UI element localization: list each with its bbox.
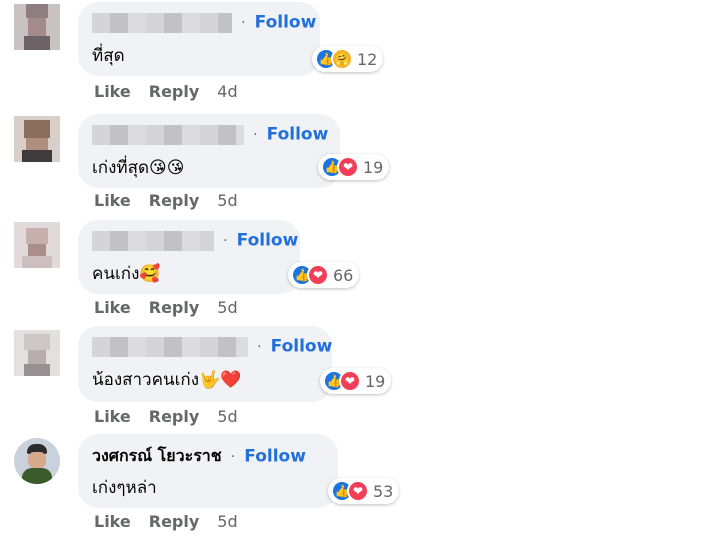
comment-actions: Like Reply 5d	[94, 512, 238, 531]
comment-bubble: · Follow เก่งที่สุด😘😘	[78, 114, 340, 188]
reaction-count: 19	[363, 157, 384, 177]
avatar[interactable]	[14, 330, 60, 376]
separator-dot: ·	[257, 338, 262, 355]
reaction-count: 12	[357, 49, 378, 69]
reaction-summary[interactable]: 👍 ❤ 19	[320, 368, 392, 394]
like-button[interactable]: Like	[94, 191, 131, 210]
love-reaction-icon: ❤	[307, 264, 329, 286]
like-button[interactable]: Like	[94, 82, 131, 101]
comment-bubble: · Follow คนเก่ง🥰	[78, 220, 300, 294]
comment-timestamp[interactable]: 5d	[217, 298, 237, 317]
author-name-blurred[interactable]	[92, 230, 214, 251]
avatar[interactable]	[14, 4, 60, 50]
follow-button[interactable]: Follow	[267, 125, 329, 145]
reply-button[interactable]: Reply	[149, 82, 200, 101]
comment-actions: Like Reply 4d	[94, 82, 238, 101]
love-reaction-icon: ❤	[337, 156, 359, 178]
comment-bubble: วงศกรณ์ โยวะราช · Follow เก่งๆหล่า	[78, 434, 338, 508]
comment-bubble: · Follow น้องสาวคนเก่ง🤟❤️	[78, 326, 332, 402]
love-reaction-icon: ❤	[339, 370, 361, 392]
separator-dot: ·	[223, 232, 228, 249]
comment-timestamp[interactable]: 5d	[217, 191, 237, 210]
reaction-count: 53	[373, 481, 394, 501]
comment-header: · Follow	[92, 336, 332, 360]
author-name-blurred[interactable]	[92, 336, 248, 357]
comment-bubble: · Follow ที่สุด	[78, 2, 320, 76]
comment-text: น้องสาวคนเก่ง🤟❤️	[92, 370, 242, 390]
comment-actions: Like Reply 5d	[94, 191, 238, 210]
author-name[interactable]: วงศกรณ์ โยวะราช	[92, 446, 222, 465]
reaction-summary[interactable]: 👍 ❤ 66	[288, 262, 360, 288]
reaction-summary[interactable]: 👍 ❤ 53	[328, 478, 400, 504]
comment-header: วงศกรณ์ โยวะราช · Follow	[92, 444, 306, 468]
comment-actions: Like Reply 5d	[94, 298, 238, 317]
author-name-blurred[interactable]	[92, 124, 244, 145]
reply-button[interactable]: Reply	[149, 298, 200, 317]
love-reaction-icon: ❤	[347, 480, 369, 502]
follow-button[interactable]: Follow	[237, 231, 299, 251]
comment-header: · Follow	[92, 230, 298, 254]
reaction-count: 66	[333, 265, 354, 285]
care-reaction-icon: 🤗	[331, 48, 353, 70]
follow-button[interactable]: Follow	[271, 337, 333, 357]
comment-timestamp[interactable]: 4d	[217, 82, 237, 101]
avatar[interactable]	[14, 438, 60, 484]
like-button[interactable]: Like	[94, 407, 131, 426]
reply-button[interactable]: Reply	[149, 407, 200, 426]
comment-text: เก่งที่สุด😘😘	[92, 158, 185, 178]
like-button[interactable]: Like	[94, 298, 131, 317]
like-button[interactable]: Like	[94, 512, 131, 531]
comment-timestamp[interactable]: 5d	[217, 512, 237, 531]
avatar[interactable]	[14, 116, 60, 162]
reaction-summary[interactable]: 👍 ❤ 19	[318, 154, 390, 180]
comment-header: · Follow	[92, 12, 316, 36]
comment-text: เก่งๆหล่า	[92, 478, 157, 498]
separator-dot: ·	[253, 126, 258, 143]
reply-button[interactable]: Reply	[149, 512, 200, 531]
comment-timestamp[interactable]: 5d	[217, 407, 237, 426]
author-name-blurred[interactable]	[92, 12, 232, 33]
reaction-count: 19	[365, 371, 386, 391]
reaction-summary[interactable]: 👍 🤗 12	[312, 46, 384, 72]
separator-dot: ·	[241, 14, 246, 31]
avatar[interactable]	[14, 222, 60, 268]
reply-button[interactable]: Reply	[149, 191, 200, 210]
follow-button[interactable]: Follow	[244, 447, 306, 467]
comment-text: ที่สุด	[92, 46, 125, 66]
comment-actions: Like Reply 5d	[94, 407, 238, 426]
comment-header: · Follow	[92, 124, 328, 148]
comment-text: คนเก่ง🥰	[92, 264, 161, 284]
follow-button[interactable]: Follow	[255, 13, 317, 33]
separator-dot: ·	[230, 448, 236, 465]
